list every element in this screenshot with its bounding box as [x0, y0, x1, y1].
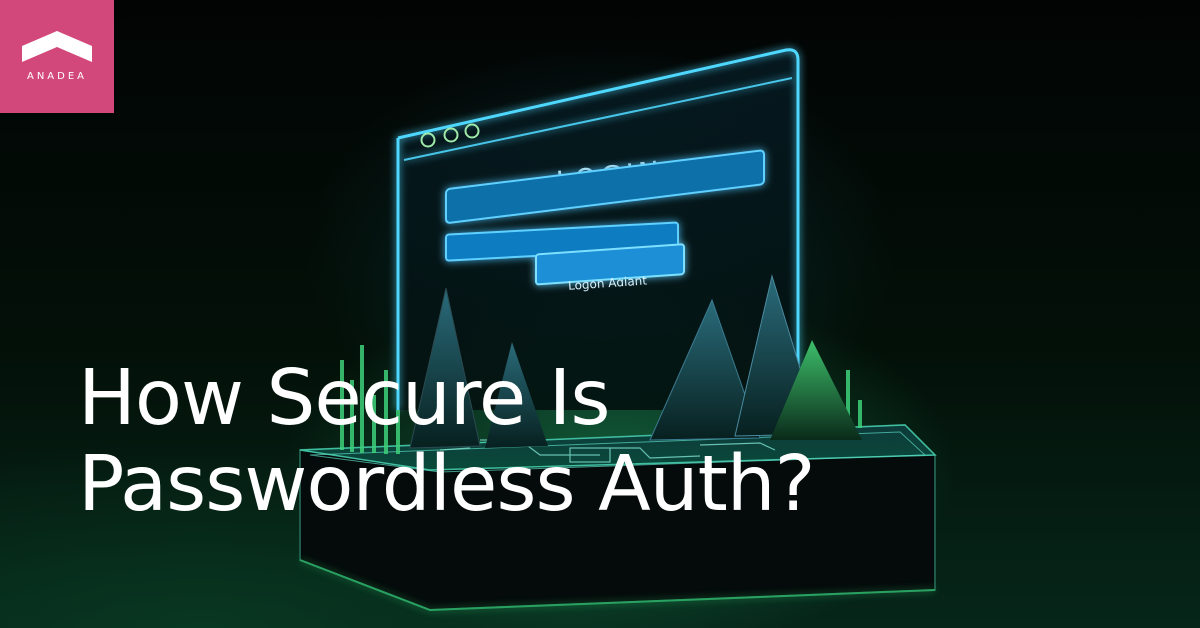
login-illustration: LOGIN Loɡon Aɑiant	[299, 48, 937, 612]
house-roof-icon	[22, 31, 92, 62]
headline-line-1: How Secure Is	[78, 354, 611, 443]
anadea-logo: ANADEA	[0, 0, 114, 113]
headline-line-2: Passwordless Auth?	[78, 440, 815, 529]
headline: How Secure Is Passwordless Auth?	[78, 354, 815, 529]
banner: LOGIN Loɡon Aɑiant	[0, 0, 1200, 628]
brand-name: ANADEA	[26, 71, 88, 82]
